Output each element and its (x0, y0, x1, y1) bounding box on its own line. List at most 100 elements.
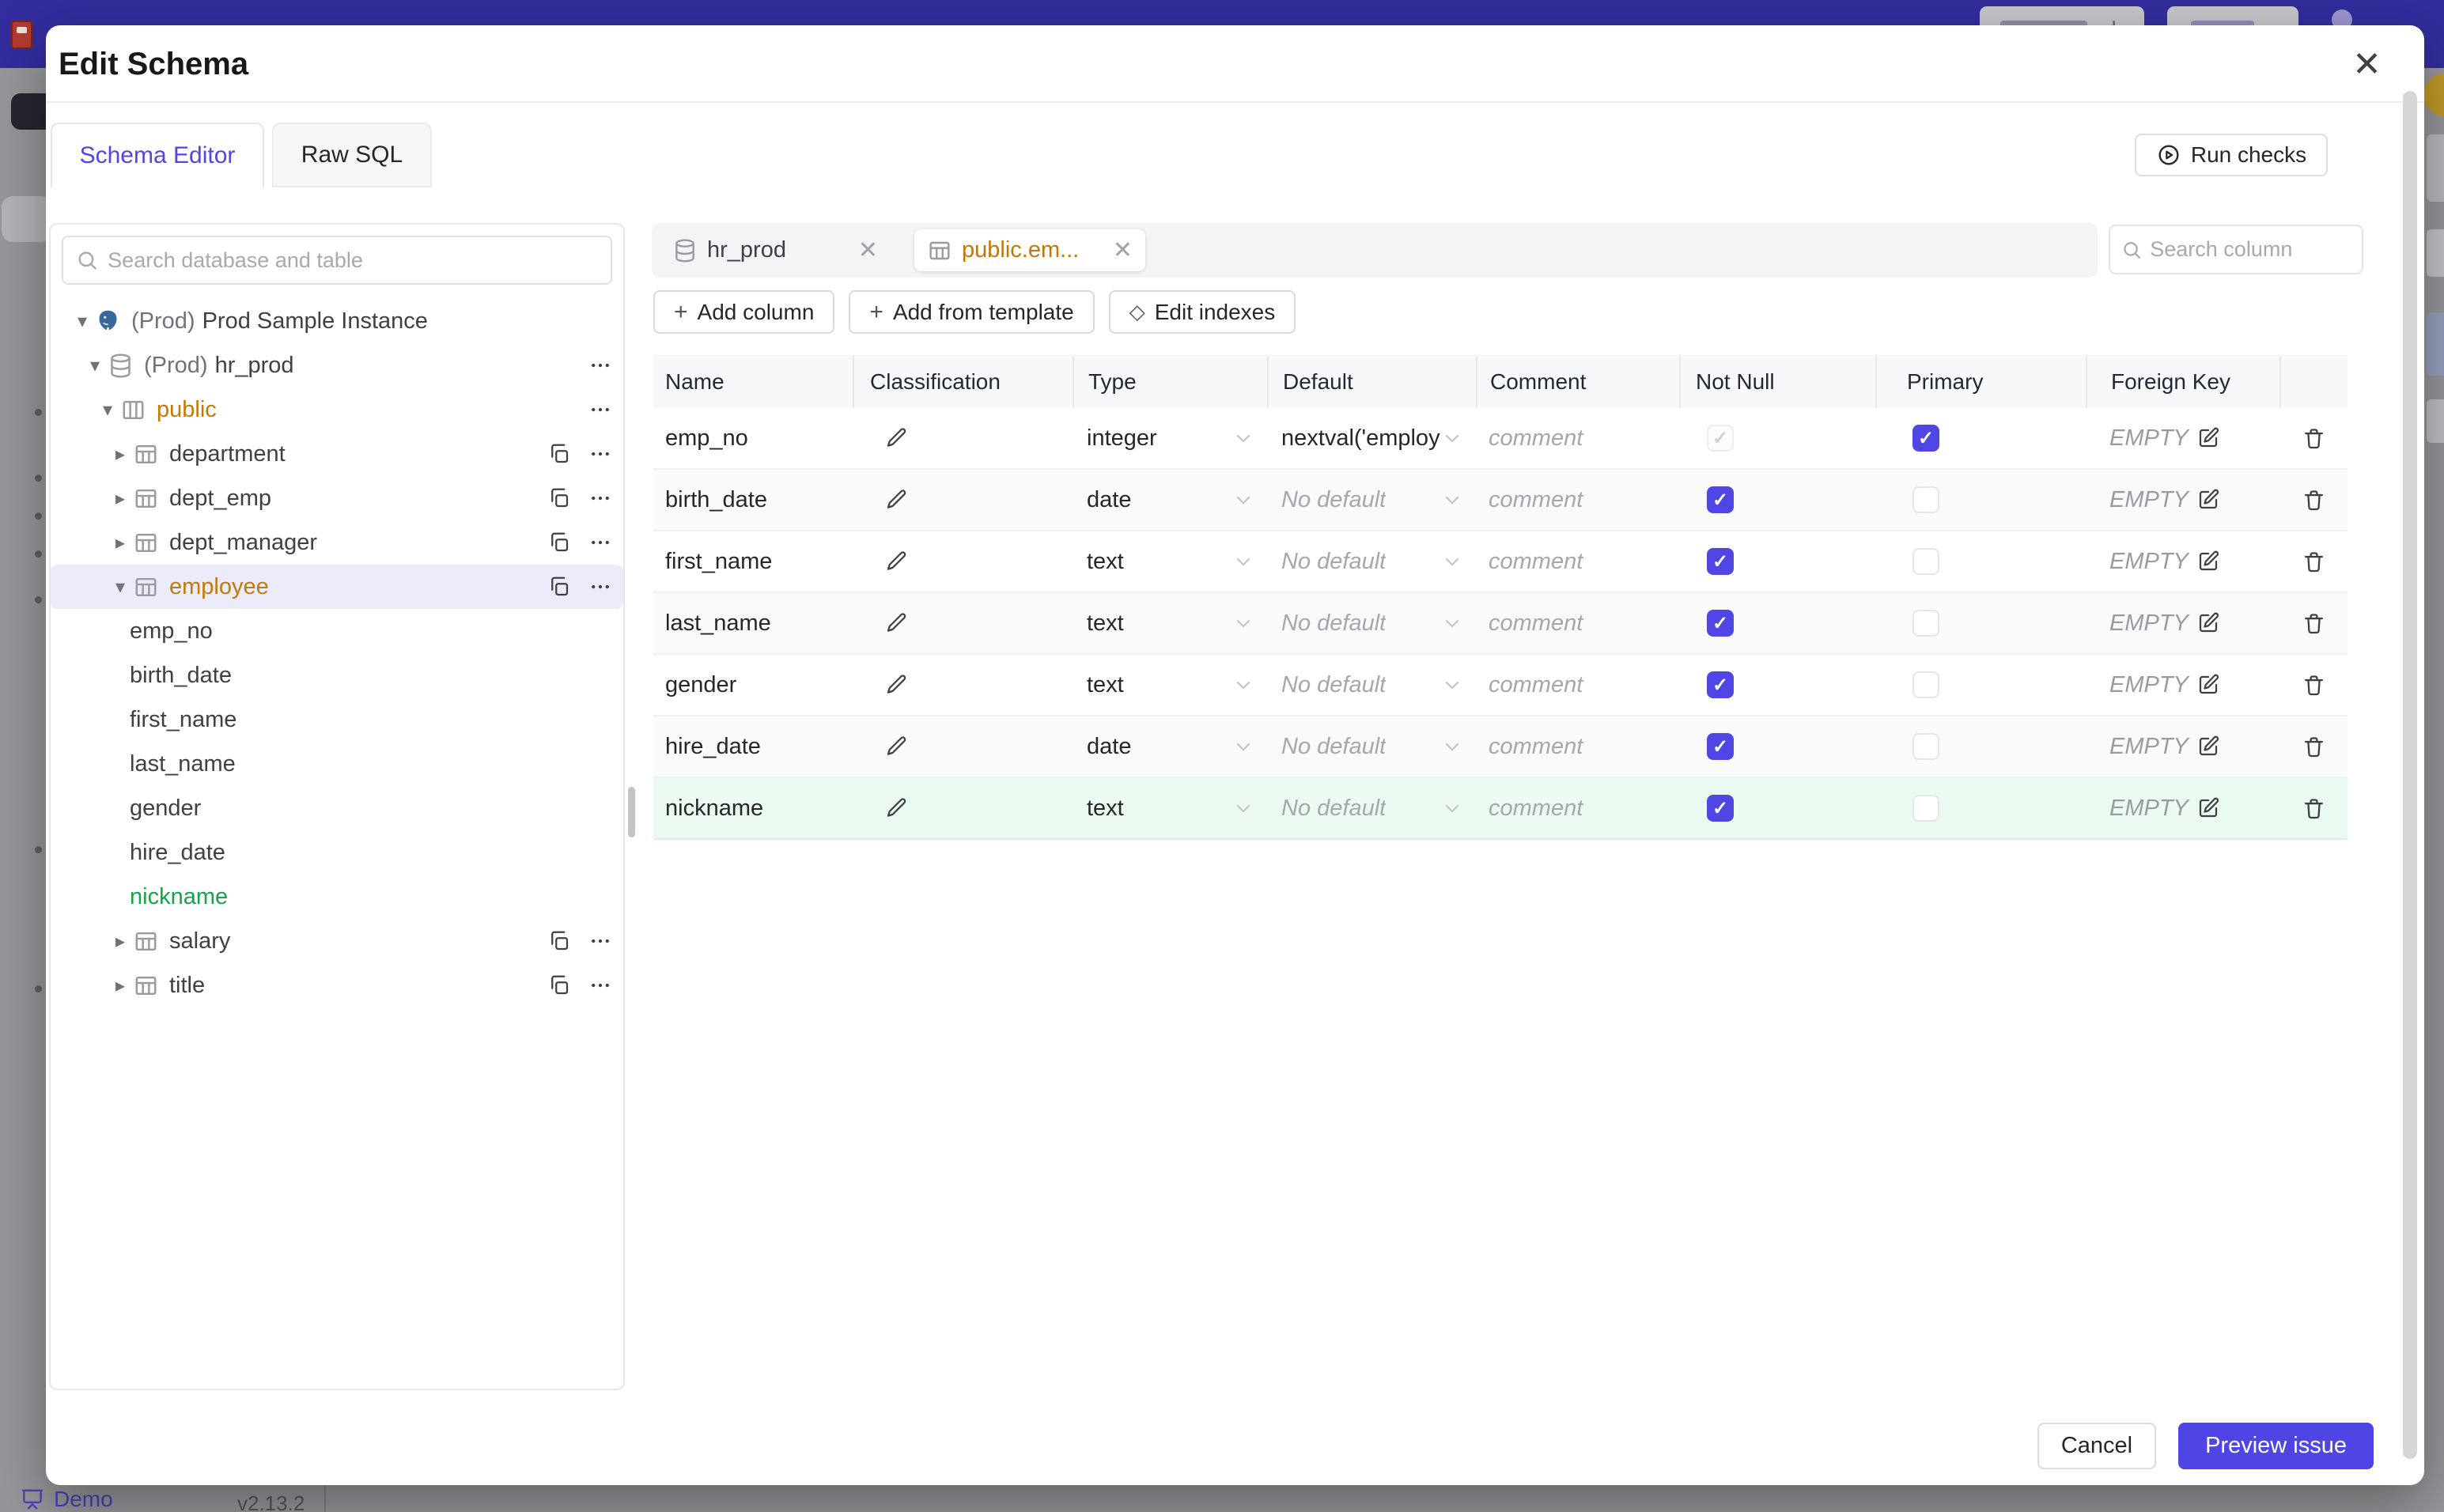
more-actions-button[interactable] (588, 531, 612, 554)
classification-edit-button[interactable] (884, 550, 908, 573)
primary-checkbox[interactable] (1912, 795, 1939, 822)
editing-tab-publicem[interactable]: public.em... ✕ (914, 229, 1145, 271)
default-select[interactable]: No default (1267, 778, 1476, 838)
more-actions-button[interactable] (588, 575, 612, 599)
run-checks-button[interactable]: Run checks (2135, 134, 2328, 176)
not-null-checkbox[interactable]: ✓ (1707, 795, 1734, 822)
foreign-key-edit-button[interactable] (2196, 550, 2220, 573)
type-select[interactable]: date (1073, 470, 1267, 530)
foreign-key-edit-button[interactable] (2196, 735, 2220, 758)
caret-right-icon[interactable]: ▸ (108, 974, 133, 997)
column-name-field[interactable]: gender (653, 655, 853, 715)
default-select[interactable]: No default (1267, 470, 1476, 530)
classification-edit-button[interactable] (884, 673, 908, 697)
column-name-field[interactable]: nickname (653, 778, 853, 838)
column-name-field[interactable]: last_name (653, 593, 853, 653)
delete-column-button[interactable] (2302, 488, 2326, 512)
caret-down-icon[interactable]: ▾ (95, 399, 120, 421)
comment-field[interactable]: comment (1476, 778, 1679, 838)
modal-scrollbar-thumb[interactable] (2403, 91, 2417, 1459)
add-column-button[interactable]: + Add column (653, 290, 835, 334)
comment-field[interactable]: comment (1476, 655, 1679, 715)
tree-item-gender[interactable]: gender (51, 786, 623, 830)
duplicate-table-button[interactable] (547, 973, 571, 997)
tab-raw-sql[interactable]: Raw SQL (272, 123, 432, 187)
delete-column-button[interactable] (2302, 735, 2326, 759)
delete-column-button[interactable] (2302, 550, 2326, 574)
foreign-key-edit-button[interactable] (2196, 611, 2220, 635)
classification-edit-button[interactable] (884, 426, 908, 450)
primary-checkbox[interactable] (1912, 486, 1939, 513)
tree-item-public[interactable]: ▾ public (51, 387, 623, 432)
classification-edit-button[interactable] (884, 796, 908, 820)
comment-field[interactable]: comment (1476, 716, 1679, 777)
cancel-button[interactable]: Cancel (2037, 1423, 2157, 1469)
type-select[interactable]: integer (1073, 408, 1267, 468)
close-tab-icon[interactable]: ✕ (1113, 236, 1133, 264)
more-actions-button[interactable] (588, 398, 612, 421)
more-actions-button[interactable] (588, 973, 612, 997)
classification-edit-button[interactable] (884, 611, 908, 635)
caret-down-icon[interactable]: ▾ (108, 576, 133, 599)
add-from-template-button[interactable]: + Add from template (849, 290, 1095, 334)
caret-right-icon[interactable]: ▸ (108, 487, 133, 510)
not-null-checkbox[interactable]: ✓ (1707, 671, 1734, 698)
duplicate-table-button[interactable] (547, 486, 571, 510)
default-select[interactable]: No default (1267, 531, 1476, 592)
tree-item-Prod Sample Instance[interactable]: ▾ (Prod) Prod Sample Instance (51, 299, 623, 343)
not-null-checkbox[interactable]: ✓ (1707, 425, 1734, 452)
default-select[interactable]: No default (1267, 716, 1476, 777)
comment-field[interactable]: comment (1476, 470, 1679, 530)
caret-right-icon[interactable]: ▸ (108, 531, 133, 554)
duplicate-table-button[interactable] (547, 929, 571, 953)
column-search-input[interactable] (2150, 237, 2351, 262)
comment-field[interactable]: comment (1476, 408, 1679, 468)
delete-column-button[interactable] (2302, 673, 2326, 697)
tree-item-hr_prod[interactable]: ▾ (Prod) hr_prod (51, 343, 623, 387)
foreign-key-edit-button[interactable] (2196, 426, 2220, 450)
tree-item-department[interactable]: ▸ department (51, 432, 623, 476)
tree-item-last_name[interactable]: last_name (51, 742, 623, 786)
type-select[interactable]: text (1073, 531, 1267, 592)
not-null-checkbox[interactable]: ✓ (1707, 610, 1734, 637)
column-name-field[interactable]: emp_no (653, 408, 853, 468)
duplicate-table-button[interactable] (547, 442, 571, 466)
editing-tab-hr_prod[interactable]: hr_prod ✕ (660, 229, 891, 271)
comment-field[interactable]: comment (1476, 531, 1679, 592)
duplicate-table-button[interactable] (547, 531, 571, 554)
column-name-field[interactable]: first_name (653, 531, 853, 592)
duplicate-table-button[interactable] (547, 575, 571, 599)
preview-issue-button[interactable]: Preview issue (2178, 1423, 2374, 1469)
primary-checkbox[interactable]: ✓ (1912, 425, 1939, 452)
caret-down-icon[interactable]: ▾ (70, 310, 95, 333)
tree-search-input[interactable] (108, 248, 598, 273)
tree-scrollbar-thumb[interactable] (628, 787, 635, 837)
not-null-checkbox[interactable]: ✓ (1707, 733, 1734, 760)
column-name-field[interactable]: hire_date (653, 716, 853, 777)
delete-column-button[interactable] (2302, 611, 2326, 636)
default-select[interactable]: No default (1267, 593, 1476, 653)
tree-item-first_name[interactable]: first_name (51, 697, 623, 742)
delete-column-button[interactable] (2302, 796, 2326, 821)
caret-right-icon[interactable]: ▸ (108, 443, 133, 466)
more-actions-button[interactable] (588, 442, 612, 466)
type-select[interactable]: text (1073, 778, 1267, 838)
edit-indexes-button[interactable]: ◇ Edit indexes (1108, 290, 1296, 334)
close-tab-icon[interactable]: ✕ (858, 236, 878, 264)
caret-right-icon[interactable]: ▸ (108, 930, 133, 953)
primary-checkbox[interactable] (1912, 733, 1939, 760)
more-actions-button[interactable] (588, 353, 612, 377)
tree-item-emp_no[interactable]: emp_no (51, 609, 623, 653)
classification-edit-button[interactable] (884, 488, 908, 512)
type-select[interactable]: text (1073, 655, 1267, 715)
foreign-key-edit-button[interactable] (2196, 796, 2220, 820)
comment-field[interactable]: comment (1476, 593, 1679, 653)
default-select[interactable]: nextval('employ (1267, 408, 1476, 468)
caret-down-icon[interactable]: ▾ (82, 354, 108, 377)
foreign-key-edit-button[interactable] (2196, 488, 2220, 512)
close-icon[interactable]: ✕ (2352, 47, 2382, 82)
type-select[interactable]: text (1073, 593, 1267, 653)
tree-item-salary[interactable]: ▸ salary (51, 919, 623, 963)
delete-column-button[interactable] (2302, 426, 2326, 451)
tab-schema-editor[interactable]: Schema Editor (51, 123, 264, 187)
